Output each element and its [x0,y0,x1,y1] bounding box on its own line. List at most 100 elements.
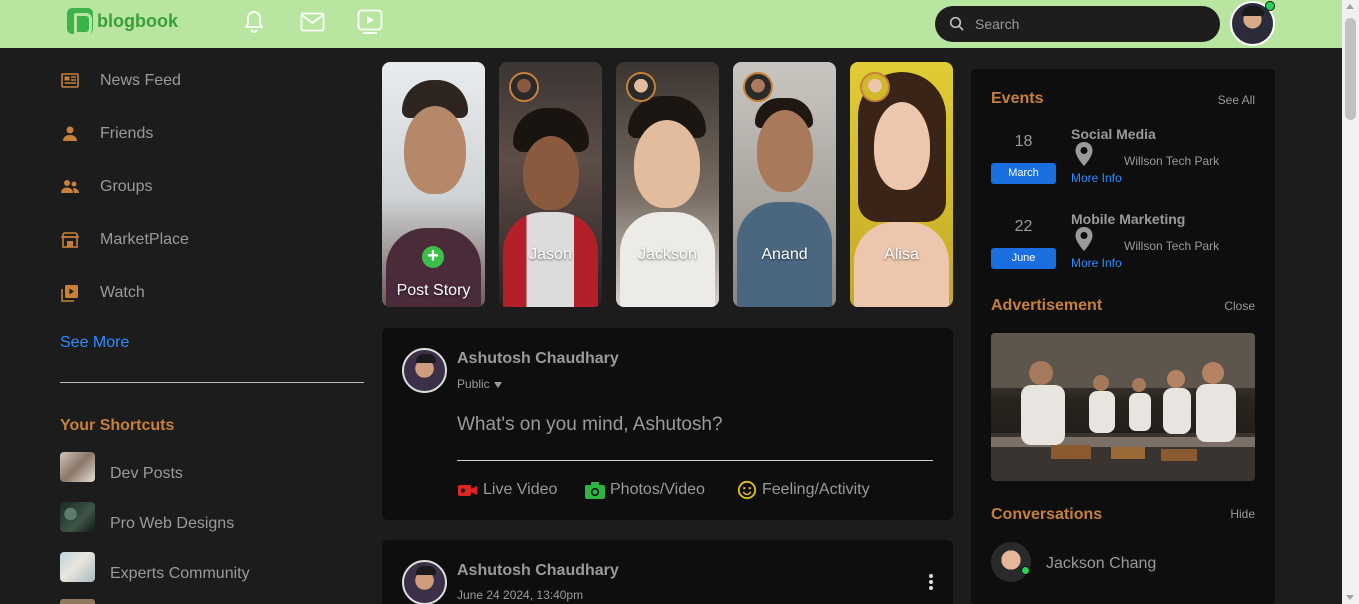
event-month: March [991,163,1056,184]
story-name: Jason [529,246,572,263]
story-card-anand[interactable]: Anand [733,62,836,307]
event-day: 22 [1014,218,1033,235]
mail-icon[interactable] [300,12,325,32]
photos-video-button[interactable]: Photos/Video [584,480,705,500]
location-pin-icon [1075,227,1093,251]
app-name: blogbook [97,10,178,31]
story-card-post-story[interactable]: + Post Story [382,62,485,307]
shortcut-experts-community[interactable]: Experts Community [60,551,250,583]
sidebar-item-news-feed[interactable]: News Feed [60,71,181,91]
privacy-label: Public [457,377,490,391]
scroll-thumb[interactable] [1345,18,1356,120]
sidebar-item-marketplace[interactable]: MarketPlace [60,230,189,250]
more-info-link[interactable]: More Info [1071,171,1122,185]
post-composer-input[interactable]: What's on you mind, Ashutosh? [457,414,723,436]
see-all-link[interactable]: See All [1218,93,1255,107]
live-video-button[interactable]: Live Video [457,480,557,500]
story-name: Alisa [884,246,919,263]
sidebar-item-label: News Feed [100,72,181,89]
location-pin-icon [1075,142,1093,166]
story-card-alisa[interactable]: Alisa [850,62,953,307]
sidebar-item-watch[interactable]: Watch [60,283,145,303]
watch-icon [61,285,78,302]
story-avatar [743,72,773,102]
add-story-icon[interactable]: + [422,246,444,268]
top-bar: blogbook [0,0,1342,48]
privacy-selector[interactable]: Public [457,377,502,391]
post-author-name[interactable]: Ashutosh Chaudhary [457,562,619,580]
post-author-name[interactable]: Ashutosh Chaudhary [457,350,619,368]
story-name: Jackson [638,246,697,263]
close-ad-link[interactable]: Close [1224,299,1255,313]
sidebar-item-label: Friends [100,125,154,142]
shortcut-pro-web-designs[interactable]: Pro Web Designs [60,501,234,533]
sidebar-item-groups[interactable]: Groups [60,177,152,197]
camera-icon [585,482,605,499]
story-face [757,110,813,192]
kitchen-scene [991,333,1255,481]
shortcuts-heading: Your Shortcuts [60,417,175,434]
story-card-jason[interactable]: Jason [499,62,602,307]
post-date: June 24 2024, 13:40pm [457,588,584,602]
sidebar-item-label: Watch [100,284,145,301]
search-input[interactable] [975,6,1205,42]
shortcut-thumbnail [60,552,95,582]
create-post-card: Ashutosh Chaudhary Public What's on you … [382,328,953,520]
contact-name[interactable]: Jackson Chang [1046,555,1156,573]
scroll-up-arrow-icon[interactable] [1346,4,1354,9]
action-label: Photos/Video [610,481,705,498]
story-body [854,222,949,307]
bell-icon[interactable] [244,10,264,34]
live-video-icon [458,485,477,496]
event-location: Willson Tech Park [1124,239,1220,253]
contact-avatar[interactable] [991,542,1031,582]
story-face [404,106,466,194]
event-date: 22 June [991,212,1056,269]
sidebar-item-label: MarketPlace [100,231,189,248]
events-heading: Events [991,90,1044,107]
story-avatar [509,72,539,102]
story-name: Anand [761,246,808,263]
story-card-jackson[interactable]: Jackson [616,62,719,307]
shortcut-label: Dev Posts [110,465,183,482]
sidebar-divider [60,382,364,383]
more-info-link[interactable]: More Info [1071,256,1122,270]
sidebar-item-friends[interactable]: Friends [60,124,153,144]
event-title[interactable]: Mobile Marketing [1071,211,1185,227]
caret-down-icon [493,381,502,388]
scrollbar[interactable] [1342,0,1359,604]
shortcut-thumbnail [60,599,95,604]
right-panel: Events See All 18 March Social Media Wil… [971,69,1275,604]
conversations-heading: Conversations [991,506,1103,523]
hide-conversations-link[interactable]: Hide [1230,507,1255,521]
smiley-icon [737,480,757,500]
news-feed-icon [61,73,79,88]
advertisement-heading: Advertisement [991,297,1103,314]
video-icon[interactable] [357,9,383,35]
story-avatar [626,72,656,102]
logo[interactable]: blogbook [67,8,178,35]
search-icon [949,16,964,31]
event-title[interactable]: Social Media [1071,126,1156,142]
shortcut-dev-posts[interactable]: Dev Posts [60,451,183,483]
feeling-activity-button[interactable]: Feeling/Activity [736,480,870,500]
see-more-link[interactable]: See More [60,334,129,352]
event-month: June [991,248,1056,269]
online-indicator [1021,566,1030,575]
user-avatar[interactable] [402,560,447,604]
story-face [874,102,930,190]
friends-icon [63,126,77,141]
search-bar [935,6,1220,42]
story-name: Post Story [396,282,471,299]
shortcut-thumbnail [60,502,95,532]
user-avatar[interactable] [402,348,447,393]
shortcut-thumbnail [60,452,95,482]
story-avatar [860,72,890,102]
more-options-icon[interactable] [929,574,933,590]
marketplace-icon [60,232,80,248]
advertisement-image[interactable] [991,333,1255,481]
action-label: Feeling/Activity [762,481,870,498]
scroll-down-arrow-icon[interactable] [1346,595,1354,600]
event-date: 18 March [991,127,1056,184]
story-face [634,120,700,208]
